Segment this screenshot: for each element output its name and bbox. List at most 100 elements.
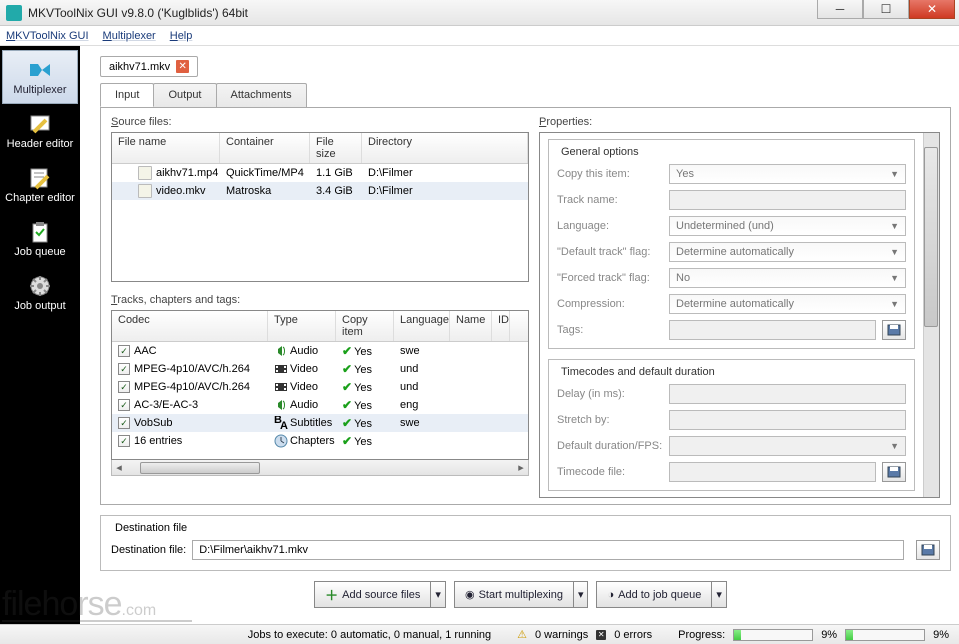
col-filename[interactable]: File name [112,133,220,163]
sidebar-item-multiplexer[interactable]: Multiplexer [2,50,78,104]
property-label: Stretch by: [557,414,669,426]
file-tab[interactable]: aikhv71.mkv ✕ [100,56,198,77]
file-icon [138,166,152,180]
sidebar-label: Multiplexer [13,84,66,96]
source-files-header[interactable]: File name Container File size Directory [112,133,528,164]
property-input[interactable] [669,410,906,430]
property-row: "Default track" flag:Determine automatic… [557,242,906,262]
sidebar-label: Job output [14,300,65,312]
track-checkbox[interactable]: ✓ [118,417,130,429]
property-label: Default duration/FPS: [557,440,669,452]
tracks-hscroll[interactable]: ◂ ▸ [111,460,529,476]
check-icon: ✔ [342,344,352,358]
chevron-down-icon: ▼ [890,299,899,309]
source-files-list[interactable]: File name Container File size Directory … [111,132,529,282]
minimize-button[interactable]: ─ [817,0,863,19]
track-checkbox[interactable]: ✓ [118,435,130,447]
scroll-thumb[interactable] [140,462,260,474]
browse-button[interactable] [882,320,906,340]
status-warnings[interactable]: 0 warnings [535,629,588,641]
sidebar-item-header-editor[interactable]: Header editor [2,104,78,158]
track-row[interactable]: ✓MPEG-4p10/AVC/h.264Video✔Yesund [112,360,528,378]
property-input[interactable]: Determine automatically▼ [669,242,906,262]
property-row: "Forced track" flag:No▼ [557,268,906,288]
property-label: Language: [557,220,669,232]
col-container[interactable]: Container [220,133,310,163]
destination-input[interactable] [192,540,904,560]
status-errors[interactable]: 0 errors [614,629,652,641]
track-row[interactable]: ✓VobSubBACSubtitles✔Yesswe [112,414,528,432]
property-row: Stretch by: [557,410,906,430]
tracks-header[interactable]: Codec Type Copy item Language Name ID [112,311,528,342]
property-input[interactable]: Undetermined (und)▼ [669,216,906,236]
menu-multiplexer[interactable]: Multiplexer [103,30,156,42]
sidebar-item-chapter-editor[interactable]: Chapter editor [2,158,78,212]
video-icon [274,380,288,394]
property-input[interactable] [669,320,876,340]
track-checkbox[interactable]: ✓ [118,345,130,357]
start-multiplexing-dropdown[interactable]: ▾ [574,581,589,608]
track-row[interactable]: ✓AC-3/E-AC-3Audio✔Yeseng [112,396,528,414]
property-input[interactable] [669,384,906,404]
subs-icon: BAC [274,416,288,430]
menu-mkvtoolnix[interactable]: MKVToolNix GUI [6,30,89,42]
property-input[interactable]: ▼ [669,436,906,456]
source-file-row[interactable]: video.mkv Matroska 3.4 GiB D:\Filmer [112,182,528,200]
property-input[interactable] [669,190,906,210]
window-controls: ─ ☐ ✕ [817,0,959,25]
add-source-files-dropdown[interactable]: ▾ [431,581,446,608]
close-tab-icon[interactable]: ✕ [176,60,189,73]
tab-input[interactable]: Input [100,83,154,107]
property-row: Delay (in ms): [557,384,906,404]
track-row[interactable]: ✓16 entriesChapters✔Yes [112,432,528,450]
col-directory[interactable]: Directory [362,133,528,163]
tracks-list[interactable]: Codec Type Copy item Language Name ID ✓A… [111,310,529,460]
property-label: "Forced track" flag: [557,272,669,284]
col-id[interactable]: ID [492,311,510,341]
sidebar-item-job-queue[interactable]: Job queue [2,212,78,266]
scroll-left-icon[interactable]: ◂ [112,461,126,474]
error-icon: ✕ [596,630,606,640]
track-row[interactable]: ✓MPEG-4p10/AVC/h.264Video✔Yesund [112,378,528,396]
add-to-queue-button[interactable]: ◑Add to job queue [596,581,712,608]
scroll-thumb[interactable] [924,147,938,327]
property-input[interactable]: Yes▼ [669,164,906,184]
track-checkbox[interactable]: ✓ [118,399,130,411]
col-name[interactable]: Name [450,311,492,341]
property-label: Compression: [557,298,669,310]
property-label: "Default track" flag: [557,246,669,258]
col-type[interactable]: Type [268,311,336,341]
property-input[interactable]: Determine automatically▼ [669,294,906,314]
properties-panel: General options Copy this item:Yes▼Track… [539,132,940,498]
start-multiplexing-button[interactable]: ◉Start multiplexing [454,581,574,608]
close-button[interactable]: ✕ [909,0,955,19]
property-row: Language:Undetermined (und)▼ [557,216,906,236]
check-icon: ✔ [342,398,352,412]
plus-icon: ＋ [325,585,338,604]
scroll-right-icon[interactable]: ▸ [514,461,528,474]
title-bar: MKVToolNix GUI v9.8.0 ('Kuglblids') 64bi… [0,0,959,26]
col-copyitem[interactable]: Copy item [336,311,394,341]
col-language[interactable]: Language [394,311,450,341]
multiplexer-icon [28,58,52,82]
sidebar-item-job-output[interactable]: Job output [2,266,78,320]
add-to-queue-dropdown[interactable]: ▾ [712,581,727,608]
property-label: Delay (in ms): [557,388,669,400]
destination-browse-button[interactable] [916,540,940,560]
properties-scrollbar[interactable] [923,133,939,497]
track-row[interactable]: ✓AACAudio✔Yesswe [112,342,528,360]
maximize-button[interactable]: ☐ [863,0,909,19]
track-checkbox[interactable]: ✓ [118,363,130,375]
source-file-row[interactable]: aikhv71.mp4 QuickTime/MP4 1.1 GiB D:\Fil… [112,164,528,182]
add-source-files-button[interactable]: ＋Add source files [314,581,431,608]
menu-help[interactable]: Help [170,30,193,42]
tab-attachments[interactable]: Attachments [216,83,307,107]
file-icon [138,184,152,198]
track-checkbox[interactable]: ✓ [118,381,130,393]
property-input[interactable]: No▼ [669,268,906,288]
browse-button[interactable] [882,462,906,482]
col-filesize[interactable]: File size [310,133,362,163]
tab-output[interactable]: Output [153,83,216,107]
property-input[interactable] [669,462,876,482]
col-codec[interactable]: Codec [112,311,268,341]
